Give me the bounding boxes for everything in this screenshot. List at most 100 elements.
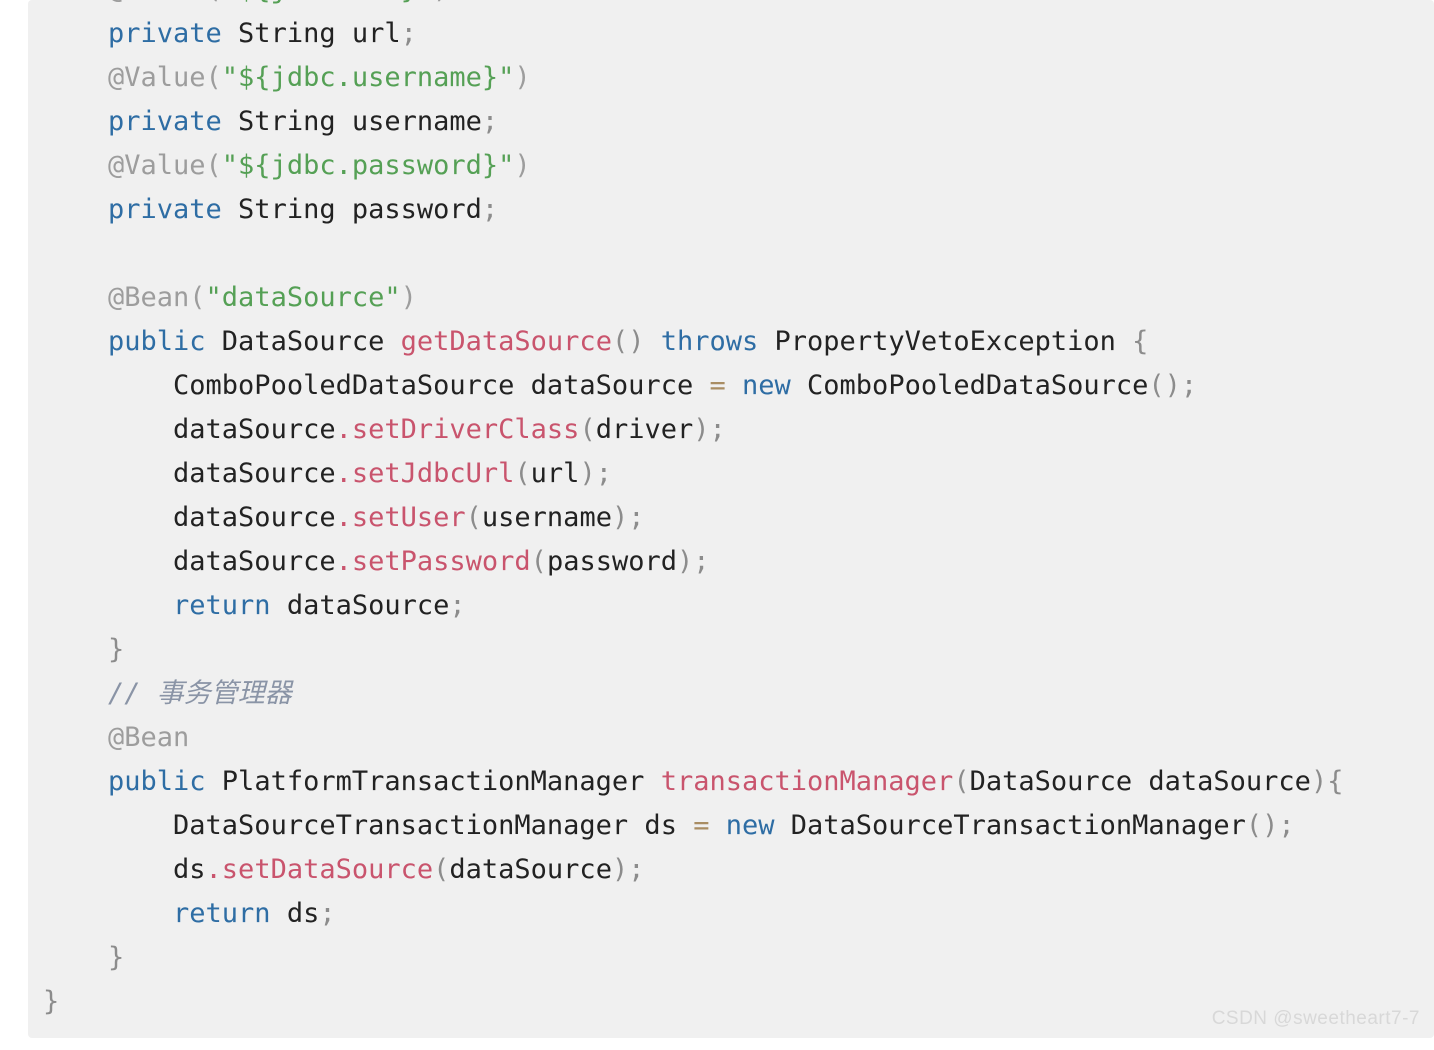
code-token-plain: ds — [173, 854, 206, 885]
code-token-plain: dataSource — [270, 590, 450, 621]
code-token-punc: ); — [611, 502, 645, 533]
code-token-meth: .setJdbcUrl — [335, 458, 515, 489]
code-token-punc: ); — [611, 854, 645, 885]
code-token-punc: } — [108, 634, 125, 665]
code-lines: @Value("${jdbc.url}")private String url;… — [43, 0, 1434, 1024]
code-token-punc: ( — [579, 414, 596, 445]
code-token-punc: } — [108, 942, 125, 973]
code-token-plain: String url — [221, 18, 401, 49]
code-token-plain: username — [481, 502, 612, 533]
code-token-kw: return — [173, 590, 271, 621]
code-token-punc: (); — [1245, 810, 1295, 841]
code-line: @Bean("dataSource") — [108, 276, 1434, 320]
code-token-meth: .setDataSource — [205, 854, 434, 885]
code-token-punc: ); — [579, 458, 612, 489]
code-line: private String password; — [108, 188, 1434, 232]
code-line: DataSourceTransactionManager ds = new Da… — [108, 804, 1434, 848]
code-token-ann: @Bean( — [108, 282, 206, 313]
code-line: dataSource.setPassword(password); — [108, 540, 1434, 584]
code-token-punc: ; — [319, 898, 336, 929]
code-token-plain: url — [530, 458, 580, 489]
code-token-punc: (); — [1148, 370, 1198, 401]
code-token-ann: ) — [400, 282, 417, 313]
code-token-op: = — [709, 370, 726, 401]
code-token-meth: .setPassword — [335, 546, 531, 577]
code-line: dataSource.setUser(username); — [108, 496, 1434, 540]
code-token-kw: private — [108, 194, 222, 225]
code-token-plain: dataSource — [173, 502, 336, 533]
code-token-kw: private — [108, 18, 222, 49]
code-token-kw: new — [725, 810, 775, 841]
code-token-punc: ; — [481, 194, 499, 225]
code-token-plain: ComboPooledDataSource dataSource — [173, 370, 710, 401]
code-token-plain: DataSource dataSource — [969, 766, 1311, 797]
code-token-plain: password — [546, 546, 677, 577]
code-token-kw: private — [108, 106, 222, 137]
code-token-punc: ; — [449, 590, 466, 621]
code-token-ann: ) — [514, 62, 531, 93]
code-line: ds.setDataSource(dataSource); — [108, 848, 1434, 892]
code-token-punc: ; — [481, 106, 499, 137]
code-token-punc: ); — [676, 546, 710, 577]
code-token-kw: return — [173, 898, 271, 929]
code-token-punc: ( — [465, 502, 482, 533]
code-token-plain: dataSource — [173, 414, 336, 445]
code-line: private String url; — [108, 12, 1434, 56]
csdn-watermark: CSDN @sweetheart7-7 — [1211, 1008, 1420, 1029]
code-token-kw: public — [108, 766, 206, 797]
code-token-ann: @Value( — [108, 0, 222, 5]
code-token-str: "${jdbc.url}" — [222, 0, 433, 5]
code-token-meth: .setUser — [335, 502, 466, 533]
code-line: } — [108, 936, 1434, 980]
code-line: @Value("${jdbc.password}") — [108, 144, 1434, 188]
code-token-cmt: // 事务管理器 — [108, 678, 292, 709]
code-token-plain: String password — [221, 194, 482, 225]
code-token-ann: ) — [514, 150, 531, 181]
code-token-plain: DataSource — [205, 326, 401, 357]
code-token-punc: ){ — [1310, 766, 1344, 797]
code-line: return dataSource; — [108, 584, 1434, 628]
code-token-punc: ( — [953, 766, 970, 797]
code-token-ann: ) — [433, 0, 449, 5]
code-line: @Value("${jdbc.url}") — [108, 0, 1434, 12]
code-line: ComboPooledDataSource dataSource = new C… — [108, 364, 1434, 408]
code-line: public DataSource getDataSource() throws… — [108, 320, 1434, 364]
code-token-plain: dataSource — [449, 854, 612, 885]
code-line: public PlatformTransactionManager transa… — [108, 760, 1434, 804]
code-token-plain: PlatformTransactionManager — [205, 766, 661, 797]
code-token-punc: ( — [530, 546, 547, 577]
code-token-ann: @Bean — [108, 722, 190, 753]
code-token-ann: @Value( — [108, 62, 222, 93]
code-token-kw: public — [108, 326, 206, 357]
code-token-plain: PropertyVetoException — [758, 326, 1133, 357]
code-token-str: "${jdbc.username}" — [221, 62, 515, 93]
code-line: dataSource.setJdbcUrl(url); — [108, 452, 1434, 496]
code-token-punc: ; — [400, 18, 417, 49]
code-line: @Bean — [108, 716, 1434, 760]
code-token-kw: new — [742, 370, 791, 401]
code-token-plain: ComboPooledDataSource — [790, 370, 1149, 401]
code-token-punc: { — [1132, 326, 1149, 357]
code-line: } — [108, 628, 1434, 672]
code-token-punc: ( — [514, 458, 531, 489]
code-line: // 事务管理器 — [108, 672, 1434, 716]
code-token-kw: throws — [660, 326, 759, 357]
code-token-meth: .setDriverClass — [335, 414, 580, 445]
code-token-op: = — [693, 810, 710, 841]
code-line: @Value("${jdbc.username}") — [108, 56, 1434, 100]
code-token-plain: dataSource — [173, 546, 336, 577]
code-token-punc: () — [611, 326, 645, 357]
code-block: @Value("${jdbc.url}")private String url;… — [28, 0, 1434, 1038]
code-token-punc: ( — [433, 854, 450, 885]
code-token-meth: getDataSource — [400, 326, 612, 357]
code-token-plain: DataSourceTransactionManager ds — [173, 810, 694, 841]
code-token-plain: DataSourceTransactionManager — [774, 810, 1246, 841]
code-token-punc: ); — [693, 414, 726, 445]
code-token-plain: dataSource — [173, 458, 336, 489]
code-token-str: "${jdbc.password}" — [221, 150, 515, 181]
code-token-plain: String username — [221, 106, 482, 137]
